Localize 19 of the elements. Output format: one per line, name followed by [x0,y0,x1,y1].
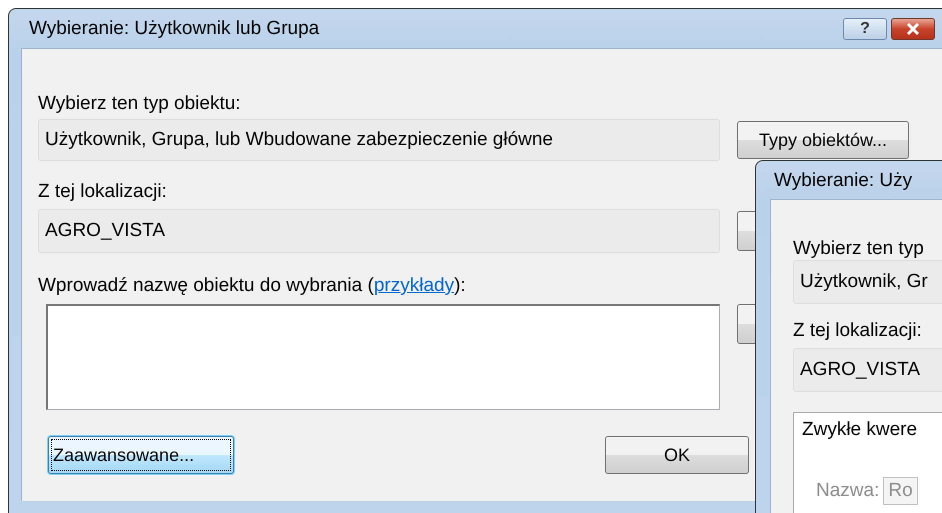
help-button[interactable]: ? [843,18,887,40]
field-label: Wybierz ten typ [793,238,924,261]
tab-title: Zwykłe kwere [802,419,918,441]
field-label: Z tej lokalizacji: [793,320,922,343]
window-title: Wybieranie: Użytkownik lub Grupa [29,18,320,40]
object-name-field[interactable] [46,304,720,410]
location-field: AGRO_VISTA [793,348,942,392]
location-field: AGRO_VISTA [38,209,720,253]
advanced-button[interactable]: Zaawansowane... [48,436,234,474]
examples-link[interactable]: przykłady [374,275,454,296]
object-type-field: Użytkownik, Gr [793,260,942,304]
ok-button[interactable]: OK [605,436,749,474]
object-types-button[interactable]: Typy obiektów... [737,121,909,159]
close-icon [906,22,920,34]
window-title: Wybieranie: Uży [774,170,914,192]
close-button[interactable] [891,18,935,40]
field-label: Wybierz ten typ obiektu: [38,93,242,116]
field-label: Nazwa: [816,480,880,502]
object-type-field: Użytkownik, Grupa, lub Wbudowane zabezpieczenie główne [38,119,720,161]
